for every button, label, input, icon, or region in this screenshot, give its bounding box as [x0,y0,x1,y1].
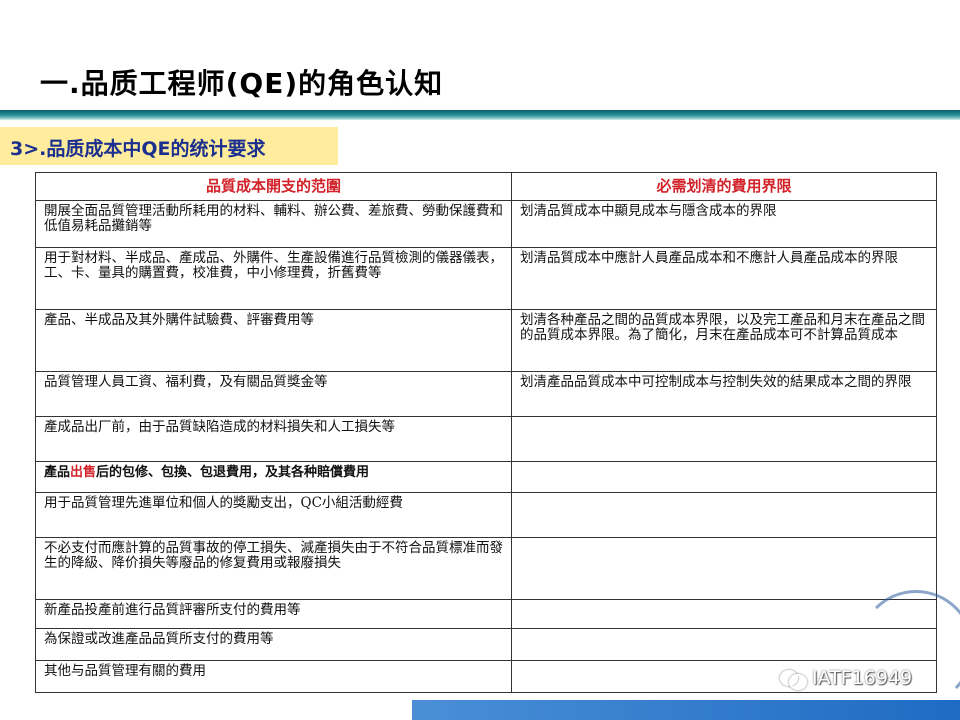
cell-boundary: 划清各种產品之間的品質成本界限，以及完工產品和月末在產品之間的品質成本界限。為了… [511,309,937,372]
cell-scope: 新產品投產前進行品質評審所支付的費用等 [35,599,512,629]
cell-boundary [511,461,937,493]
cell-boundary: 划清品質成本中顯見成本与隱含成本的界限 [511,200,937,248]
table-row: 用于品質管理先進單位和個人的獎勵支出，QC小組活動經費 [35,492,937,538]
after-sale-prefix: 產品 [44,465,71,480]
table-row: 產品、半成品及其外購件試驗費、評審費用等 划清各种產品之間的品質成本界限，以及完… [35,309,937,372]
cell-boundary [511,492,937,538]
cell-boundary [511,537,937,600]
table-row: 為保證或改進產品品質所支付的費用等 [35,628,937,661]
header-boundary: 必需划清的費用界限 [511,172,937,201]
table-row: 用于對材料、半成品、產成品、外購件、生產設備進行品質檢測的儀器儀表，工、卡、量具… [35,247,937,310]
cell-boundary: 划清產品品質成本中可控制成本与控制失效的結果成本之間的界限 [511,371,937,417]
cell-scope: 為保證或改進產品品質所支付的費用等 [35,628,512,661]
header-scope: 品質成本開支的范圍 [35,172,512,201]
cell-scope: 用于對材料、半成品、產成品、外購件、生產設備進行品質檢測的儀器儀表，工、卡、量具… [35,247,512,310]
table-row: 新產品投產前進行品質評審所支付的費用等 [35,599,937,629]
title-divider [0,110,960,120]
cell-boundary: 划清品質成本中應計人員產品成本和不應計人員產品成本的界限 [511,247,937,310]
cell-scope: 產成品出厂前，由于品質缺陷造成的材料損失和人工損失等 [35,416,512,462]
watermark-text: IATF16949 [812,667,913,689]
table-row: 不必支付而應計算的品質事故的停工損失、減產損失由于不符合品質標准而發生的降級、降… [35,537,937,600]
cell-scope: 不必支付而應計算的品質事故的停工損失、減產損失由于不符合品質標准而發生的降級、降… [35,537,512,600]
page-title: 一.品质工程师(QE)的角色认知 [40,67,444,100]
cell-scope: 開展全面品質管理活動所耗用的材料、輔料、辦公費、差旅費、勞動保護費和低值易耗品攤… [35,200,512,248]
cell-boundary [511,416,937,462]
cell-scope: 其他与品質管理有關的費用 [35,660,512,693]
quality-cost-table: 品質成本開支的范圍 必需划清的費用界限 開展全面品質管理活動所耗用的材料、輔料、… [35,172,937,693]
section-subtitle: 3>.品质成本中QE的统计要求 [10,138,266,160]
cell-scope: 產品、半成品及其外購件試驗費、評審費用等 [35,309,512,372]
cell-scope: 用于品質管理先進單位和個人的獎勵支出，QC小組活動經費 [35,492,512,538]
table-row: 產品出售后的包修、包換、包退費用，及其各种賠償費用 [35,461,937,493]
wechat-icon [780,668,807,690]
table-row: 開展全面品質管理活動所耗用的材料、輔料、辦公費、差旅費、勞動保護費和低值易耗品攤… [35,200,937,248]
table-row: 產成品出厂前，由于品質缺陷造成的材料損失和人工損失等 [35,416,937,462]
after-sale-highlight: 出售 [70,465,97,480]
cell-scope: 品質管理人員工資、福利費，及有關品質獎金等 [35,371,512,417]
watermark: IATF16949 [780,667,913,690]
cell-scope: 產品出售后的包修、包換、包退費用，及其各种賠償費用 [35,461,512,493]
table-row: 品質管理人員工資、福利費，及有關品質獎金等 划清產品品質成本中可控制成本与控制失… [35,371,937,417]
quality-cost-table-container: 品質成本開支的范圍 必需划清的費用界限 開展全面品質管理活動所耗用的材料、輔料、… [35,172,937,693]
table-header-row: 品質成本開支的范圍 必需划清的費用界限 [35,172,937,201]
subtitle-banner: 3>.品质成本中QE的统计要求 [0,127,338,165]
footer-bar [412,700,960,720]
after-sale-suffix: 后的包修、包換、包退費用，及其各种賠償費用 [96,465,370,480]
